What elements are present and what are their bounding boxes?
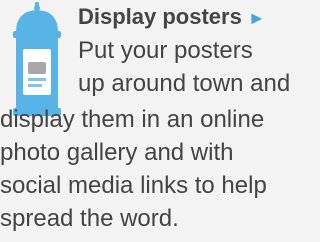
description-line: Put your posters <box>78 37 253 64</box>
display-posters-title: Display posters <box>78 4 242 29</box>
description-line: display them in an online <box>0 106 265 133</box>
arrow-right-icon: ► <box>247 8 266 28</box>
display-posters-link[interactable]: Display posters ► <box>78 4 266 31</box>
description-line: up around town and <box>78 70 291 97</box>
feature-card: Display posters ► Put your posters up aro… <box>0 0 300 242</box>
description-line: photo gallery and with <box>0 139 234 166</box>
description-line: social media links to help <box>0 172 267 199</box>
description-line: spread the word. <box>0 205 179 232</box>
